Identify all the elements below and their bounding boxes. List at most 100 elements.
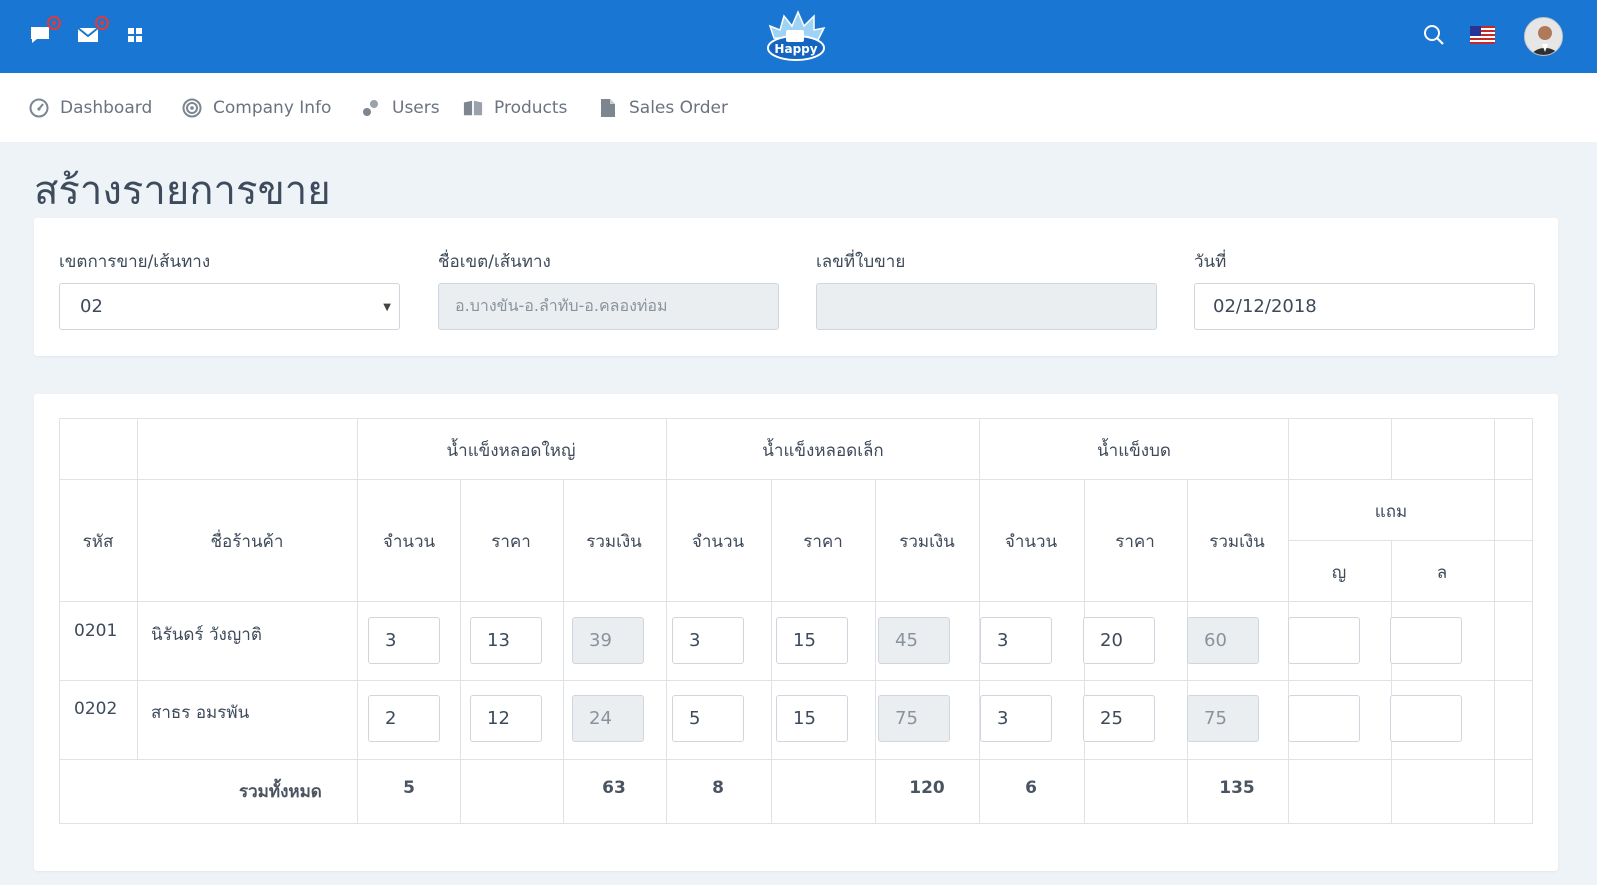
crush-qty-input[interactable]: 3 (980, 695, 1052, 742)
top-bar: Happy (0, 0, 1597, 73)
col-free-b: ล (1436, 563, 1448, 583)
small-qty-input[interactable]: 3 (672, 617, 744, 664)
crush-price-input[interactable]: 20 (1083, 617, 1155, 664)
col-big-price: ราคา (491, 532, 531, 552)
free-a-input[interactable] (1288, 695, 1360, 742)
col-free: แถม (1374, 502, 1408, 522)
table-divider (59, 759, 1533, 760)
row-code: 0202 (74, 699, 118, 719)
small-sum-value: 75 (895, 708, 918, 729)
table-divider (460, 479, 461, 824)
big-price-value: 13 (487, 630, 510, 651)
free-b-input[interactable] (1390, 617, 1462, 664)
order-lines-table: น้ำแข็งหลอดใหญ่ น้ำแข็งหลอดเล็ก น้ำแข็งบ… (59, 418, 1533, 824)
happy-logo[interactable]: Happy (764, 8, 828, 64)
group-header-big-tube: น้ำแข็งหลอดใหญ่ (446, 441, 576, 461)
group-header-small-tube: น้ำแข็งหลอดเล็ก (762, 441, 884, 461)
col-big-sum: รวมเงิน (586, 532, 642, 552)
row-code: 0201 (74, 621, 118, 641)
nav-company-info-label: Company Info (213, 98, 332, 118)
total-crush-sum: 135 (1219, 778, 1255, 798)
small-qty-input[interactable]: 5 (672, 695, 744, 742)
table-divider (59, 479, 1533, 480)
table-border (59, 418, 60, 824)
table-divider (1391, 418, 1392, 480)
crush-price-input[interactable]: 25 (1083, 695, 1155, 742)
big-qty-value: 2 (385, 708, 397, 729)
crush-sum-field: 60 (1187, 617, 1259, 664)
col-big-qty: จำนวน (382, 532, 436, 552)
main-nav: Dashboard Company Info Users Products Sa… (0, 73, 1597, 142)
target-icon (182, 98, 202, 118)
search-icon[interactable] (1421, 22, 1447, 48)
total-crush-qty: 6 (1025, 778, 1037, 798)
table-divider (563, 479, 564, 824)
row-shop-name: นิรันดร์ วังญาติ (151, 625, 262, 645)
table-divider (875, 479, 876, 824)
date-label: วันที่ (1194, 252, 1227, 272)
nav-dashboard[interactable]: Dashboard (29, 95, 152, 121)
big-price-input[interactable]: 12 (470, 695, 542, 742)
big-sum-value: 39 (589, 630, 612, 651)
small-sum-value: 45 (895, 630, 918, 651)
notification-dot (47, 16, 61, 30)
nav-sales-order-label: Sales Order (629, 98, 728, 118)
table-divider (59, 601, 1533, 602)
big-price-input[interactable]: 13 (470, 617, 542, 664)
big-price-value: 12 (487, 708, 510, 729)
col-crush-qty: จำนวน (1004, 532, 1058, 552)
big-qty-input[interactable]: 3 (368, 617, 440, 664)
date-input[interactable]: 02/12/2018 (1194, 283, 1535, 330)
free-a-input[interactable] (1288, 617, 1360, 664)
chat-icon[interactable] (27, 16, 61, 48)
small-price-input[interactable]: 15 (776, 617, 848, 664)
mail-icon[interactable] (75, 16, 109, 48)
table-divider (771, 479, 772, 824)
table-border (59, 823, 1533, 824)
dashboard-icon (29, 98, 49, 118)
nav-users-label: Users (392, 98, 440, 118)
route-name-field: อ.บางขัน-อ.ลำทับ-อ.คลองท่อม (438, 283, 779, 330)
nav-products-label: Products (494, 98, 568, 118)
notification-dot (95, 16, 109, 30)
route-label: เขตการขาย/เส้นทาง (59, 252, 211, 272)
big-sum-field: 39 (572, 617, 644, 664)
table-divider (357, 418, 358, 824)
route-select[interactable]: 02 ▼ (59, 283, 400, 330)
nav-products[interactable]: Products (463, 95, 567, 121)
crush-qty-value: 3 (997, 708, 1009, 729)
crush-sum-field: 75 (1187, 695, 1259, 742)
nav-company-info[interactable]: Company Info (182, 95, 331, 121)
small-sum-field: 75 (878, 695, 950, 742)
big-qty-input[interactable]: 2 (368, 695, 440, 742)
chevron-down-icon: ▼ (383, 302, 391, 313)
crush-qty-input[interactable]: 3 (980, 617, 1052, 664)
total-label: รวมทั้งหมด (239, 782, 322, 802)
crush-sum-value: 75 (1204, 708, 1227, 729)
big-sum-value: 24 (589, 708, 612, 729)
col-crush-sum: รวมเงิน (1209, 532, 1265, 552)
group-header-crushed: น้ำแข็งบด (1097, 441, 1171, 461)
col-crush-price: ราคา (1115, 532, 1155, 552)
small-qty-value: 3 (689, 630, 701, 651)
route-name-value: อ.บางขัน-อ.ลำทับ-อ.คลองท่อม (455, 296, 668, 315)
total-small-sum: 120 (909, 778, 945, 798)
date-value: 02/12/2018 (1213, 296, 1317, 317)
crush-price-value: 25 (1100, 708, 1123, 729)
apps-grid-icon[interactable] (122, 22, 148, 48)
total-big-sum: 63 (602, 778, 626, 798)
small-price-value: 15 (793, 630, 816, 651)
table-border (1532, 418, 1533, 824)
col-shop: ชื่อร้านค้า (210, 532, 284, 552)
route-select-value: 02 (80, 296, 103, 317)
us-flag-icon[interactable] (1470, 26, 1495, 44)
table-divider (1288, 540, 1533, 541)
table-divider (1494, 418, 1495, 824)
nav-users[interactable]: Users (361, 95, 440, 121)
user-avatar[interactable] (1524, 17, 1563, 56)
nav-dashboard-label: Dashboard (60, 98, 153, 118)
table-divider (137, 418, 138, 759)
free-b-input[interactable] (1390, 695, 1462, 742)
nav-sales-order[interactable]: Sales Order (598, 95, 728, 121)
small-price-input[interactable]: 15 (776, 695, 848, 742)
